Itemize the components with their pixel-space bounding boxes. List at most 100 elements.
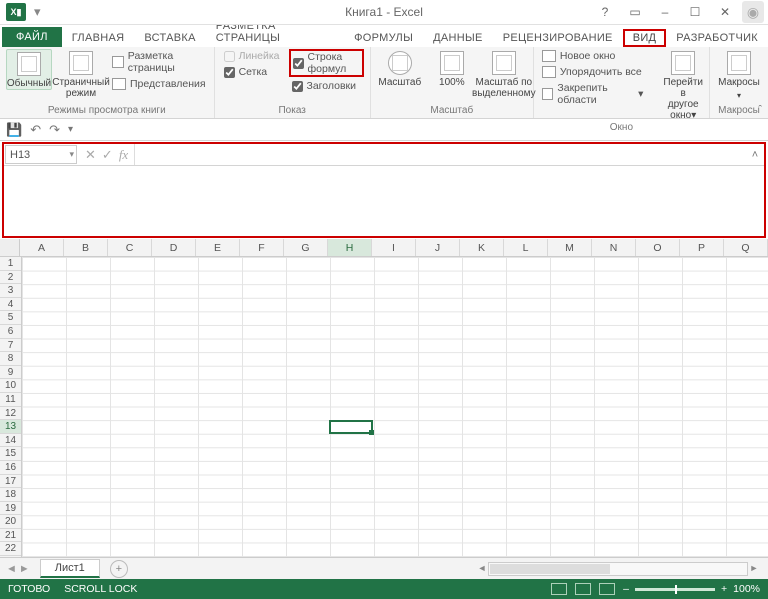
qat-customize-icon[interactable]: ▾: [68, 124, 73, 135]
row-header[interactable]: 8: [0, 352, 21, 366]
switch-windows-button[interactable]: Перейти вдругое окно▾: [663, 49, 703, 121]
row-header[interactable]: 11: [0, 393, 21, 407]
zoom-100-button[interactable]: 100%: [429, 49, 475, 88]
new-sheet-button[interactable]: +: [110, 560, 128, 578]
select-all-corner[interactable]: [0, 239, 20, 256]
collapse-formula-bar-icon[interactable]: ˄: [746, 144, 764, 165]
col-header[interactable]: M: [548, 239, 592, 256]
maximize-icon[interactable]: ☐: [682, 3, 708, 21]
view-normal-button[interactable]: Обычный: [6, 49, 52, 90]
collapse-ribbon-icon[interactable]: ˆ: [758, 104, 762, 116]
active-cell[interactable]: [329, 420, 373, 434]
row-header[interactable]: 10: [0, 379, 21, 393]
row-header[interactable]: 12: [0, 407, 21, 421]
enter-formula-icon[interactable]: ✓: [102, 147, 113, 163]
zoom-level[interactable]: 100%: [733, 583, 760, 595]
save-icon[interactable]: 💾: [6, 122, 22, 138]
row-header[interactable]: 13: [0, 420, 21, 434]
col-header[interactable]: Q: [724, 239, 768, 256]
ribbon-tabs: ФАЙЛ ГЛАВНАЯ ВСТАВКА РАЗМЕТКА СТРАНИЦЫ Ф…: [0, 25, 768, 47]
name-box[interactable]: H13▾: [5, 145, 77, 164]
tab-view[interactable]: ВИД: [623, 29, 667, 47]
freeze-panes-button[interactable]: Закрепить области ▾: [540, 81, 646, 107]
formula-bar-expanded[interactable]: [4, 166, 764, 236]
col-header[interactable]: P: [680, 239, 724, 256]
zoom-in-icon[interactable]: +: [721, 583, 727, 595]
horizontal-scrollbar[interactable]: ◄►: [488, 562, 748, 576]
close-icon[interactable]: ✕: [712, 3, 738, 21]
macros-button[interactable]: Макросы▾: [716, 49, 762, 101]
tab-home[interactable]: ГЛАВНАЯ: [62, 29, 135, 47]
col-header[interactable]: L: [504, 239, 548, 256]
row-header[interactable]: 18: [0, 488, 21, 502]
view-page-layout-button[interactable]: Разметка страницы: [110, 49, 208, 75]
row-header[interactable]: 4: [0, 298, 21, 312]
cancel-formula-icon[interactable]: ✕: [85, 147, 96, 163]
view-break-icon[interactable]: [599, 583, 615, 595]
row-header[interactable]: 5: [0, 311, 21, 325]
row-header[interactable]: 2: [0, 271, 21, 285]
col-header[interactable]: C: [108, 239, 152, 256]
sheet-tab[interactable]: Лист1: [40, 559, 100, 578]
minimize-icon[interactable]: –: [652, 3, 678, 21]
account-avatar[interactable]: ◉: [742, 1, 764, 23]
col-header[interactable]: J: [416, 239, 460, 256]
row-header[interactable]: 22: [0, 542, 21, 556]
col-header[interactable]: O: [636, 239, 680, 256]
row-header[interactable]: 6: [0, 325, 21, 339]
redo-icon[interactable]: ↷: [49, 122, 60, 138]
undo-icon[interactable]: ↶: [30, 122, 41, 138]
tab-file[interactable]: ФАЙЛ: [2, 27, 62, 47]
sheet-nav-prev-icon[interactable]: ◄: [6, 563, 17, 575]
row-header[interactable]: 1: [0, 257, 21, 271]
tab-review[interactable]: РЕЦЕНЗИРОВАНИЕ: [493, 29, 623, 47]
col-header[interactable]: B: [64, 239, 108, 256]
view-normal-icon[interactable]: [551, 583, 567, 595]
group-show: Линейка Сетка Строка формул Заголовки По…: [215, 47, 371, 118]
row-header[interactable]: 14: [0, 434, 21, 448]
row-header[interactable]: 16: [0, 461, 21, 475]
view-custom-button[interactable]: Представления: [110, 77, 208, 91]
col-header[interactable]: H: [328, 239, 372, 256]
row-header[interactable]: 7: [0, 339, 21, 353]
row-header[interactable]: 9: [0, 366, 21, 380]
formula-bar-input[interactable]: [135, 144, 746, 165]
tab-insert[interactable]: ВСТАВКА: [134, 29, 205, 47]
cells-area[interactable]: [22, 257, 768, 557]
col-header[interactable]: I: [372, 239, 416, 256]
sheet-nav-next-icon[interactable]: ►: [19, 563, 30, 575]
col-header[interactable]: F: [240, 239, 284, 256]
col-header[interactable]: D: [152, 239, 196, 256]
row-header[interactable]: 15: [0, 447, 21, 461]
row-header[interactable]: 21: [0, 529, 21, 543]
tab-data[interactable]: ДАННЫЕ: [423, 29, 493, 47]
qat-dropdown-icon[interactable]: ▾: [34, 4, 41, 20]
arrange-all-button[interactable]: Упорядочить все: [540, 65, 646, 79]
zoom-selection-button[interactable]: Масштаб повыделенному: [481, 49, 527, 99]
row-header[interactable]: 20: [0, 515, 21, 529]
tab-formulas[interactable]: ФОРМУЛЫ: [344, 29, 423, 47]
check-gridlines[interactable]: Сетка: [221, 65, 283, 79]
check-formula-bar[interactable]: Строка формул: [289, 49, 364, 77]
row-header[interactable]: 17: [0, 475, 21, 489]
row-header[interactable]: 19: [0, 502, 21, 516]
group-label-macros: Макросы: [716, 104, 762, 118]
tab-developer[interactable]: РАЗРАБОТЧИК: [666, 29, 768, 47]
group-view-modes: Обычный Страничный режим Разметка страни…: [0, 47, 215, 118]
col-header[interactable]: A: [20, 239, 64, 256]
row-header[interactable]: 3: [0, 284, 21, 298]
col-header[interactable]: G: [284, 239, 328, 256]
zoom-button[interactable]: Масштаб: [377, 49, 423, 88]
zoom-out-icon[interactable]: –: [623, 583, 629, 595]
col-header[interactable]: N: [592, 239, 636, 256]
help-icon[interactable]: ?: [592, 3, 618, 21]
view-layout-icon[interactable]: [575, 583, 591, 595]
check-headings[interactable]: Заголовки: [289, 79, 364, 93]
zoom-slider[interactable]: [635, 588, 715, 591]
new-window-button[interactable]: Новое окно: [540, 49, 646, 63]
ribbon-options-icon[interactable]: ▭: [622, 3, 648, 21]
insert-function-icon[interactable]: fx: [119, 147, 128, 163]
col-header[interactable]: E: [196, 239, 240, 256]
col-header[interactable]: K: [460, 239, 504, 256]
view-page-break-button[interactable]: Страничный режим: [58, 49, 104, 99]
